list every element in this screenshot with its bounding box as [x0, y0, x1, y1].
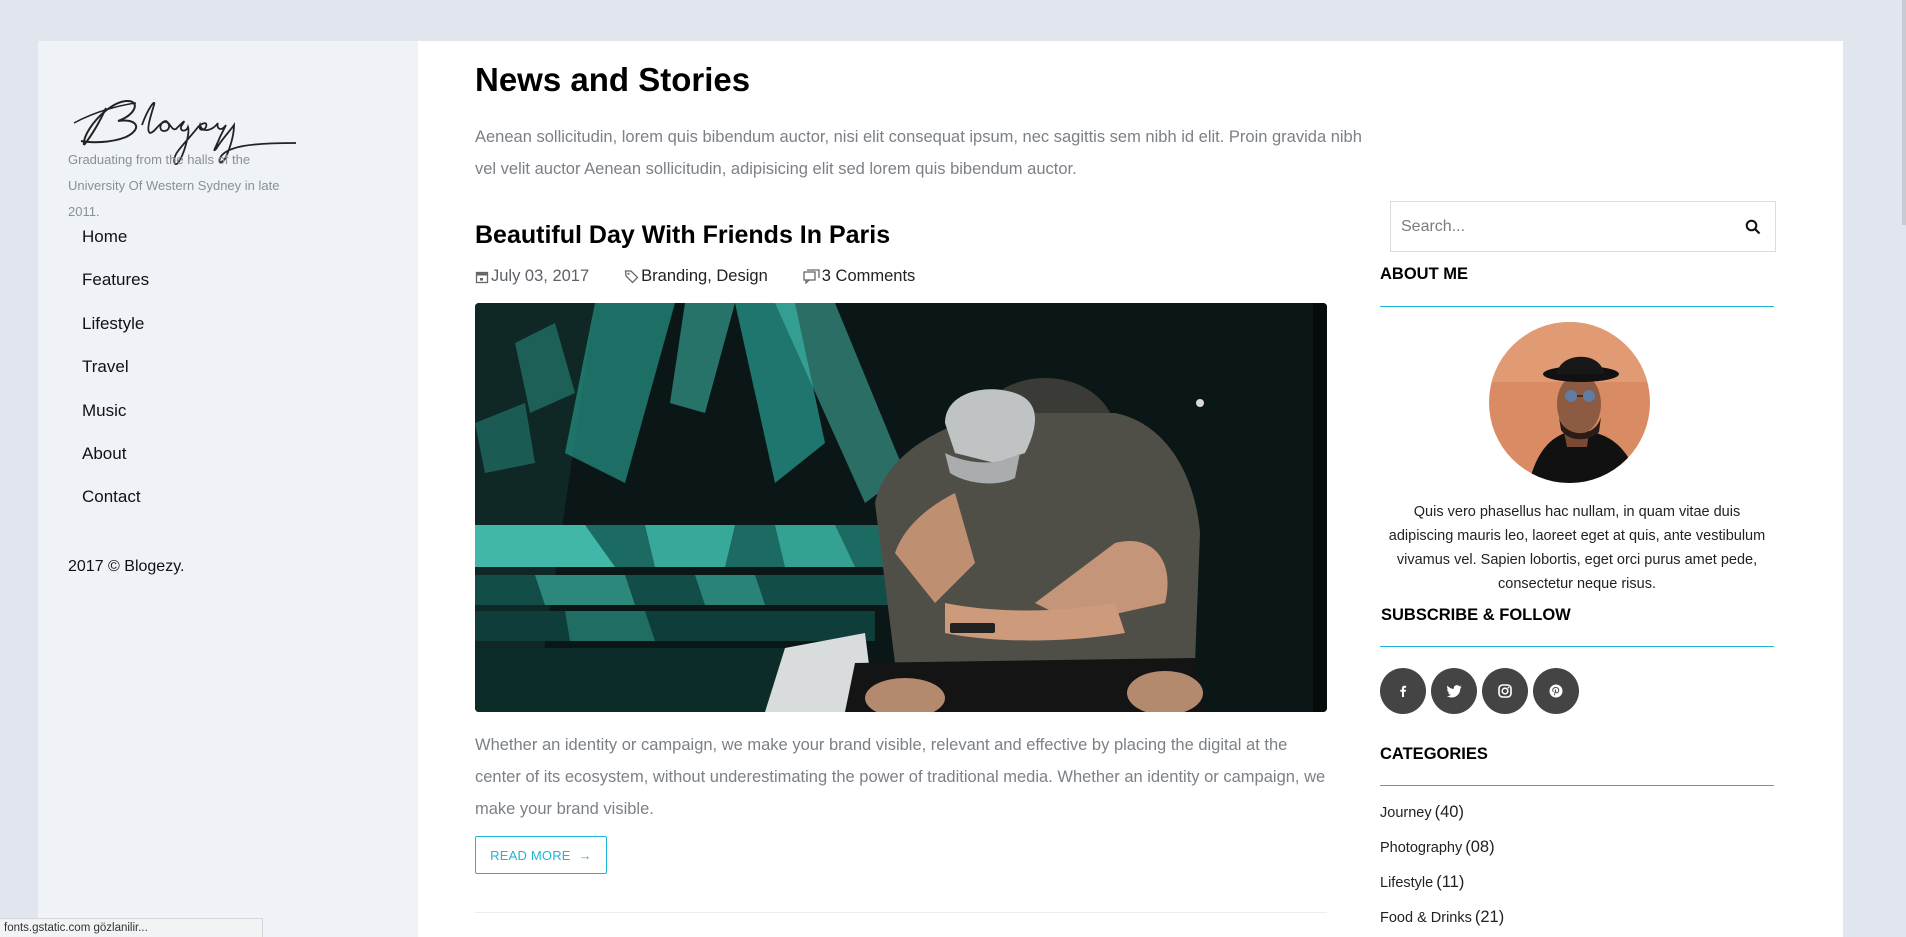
profile-photo — [1489, 322, 1650, 483]
sidebar-tagline: Graduating from the halls of the Univers… — [68, 152, 280, 219]
comments-icon — [803, 269, 820, 284]
main-navigation: Home Features Lifestyle Travel Music Abo… — [82, 227, 149, 531]
categories-divider — [1380, 785, 1774, 786]
category-lifestyle[interactable]: Lifestyle (11) — [1380, 873, 1504, 908]
about-me-text: Quis vero phasellus hac nullam, in quam … — [1388, 504, 1766, 592]
pinterest-glyph — [1549, 684, 1563, 698]
post-date-text: July 03, 2017 — [491, 267, 590, 285]
search-icon — [1745, 219, 1760, 234]
instagram-icon[interactable] — [1482, 668, 1528, 714]
copyright: 2017 © Blogezy. — [68, 558, 185, 575]
search-button[interactable] — [1730, 202, 1775, 251]
post-excerpt: Whether an identity or campaign, we make… — [475, 736, 1326, 818]
instagram-glyph — [1498, 684, 1512, 698]
avatar — [1489, 322, 1650, 483]
search-widget — [1390, 201, 1776, 252]
categories-title: CATEGORIES — [1380, 745, 1488, 763]
tag-separator: , — [707, 267, 717, 285]
post-meta: July 03, 2017 Branding, Design 3 Comment… — [475, 267, 950, 286]
read-more-label: READ MORE — [490, 847, 571, 863]
category-journey[interactable]: Journey (40) — [1380, 803, 1504, 838]
nav-item-features[interactable]: Features — [82, 270, 149, 313]
facebook-glyph — [1400, 685, 1407, 697]
post-comments[interactable]: 3 Comments — [803, 267, 916, 286]
scrollbar-thumb[interactable] — [1902, 0, 1906, 225]
nav-item-music[interactable]: Music — [82, 401, 149, 444]
nav-item-lifestyle[interactable]: Lifestyle — [82, 314, 149, 357]
nav-item-travel[interactable]: Travel — [82, 357, 149, 400]
search-input[interactable] — [1391, 202, 1730, 251]
about-me-divider — [1380, 306, 1774, 307]
category-name: Lifestyle — [1380, 875, 1434, 891]
category-count: (08) — [1465, 838, 1495, 856]
left-sidebar: Graduating from the halls of the Univers… — [38, 41, 418, 937]
intro-text: Aenean sollicitudin, lorem quis bibendum… — [475, 128, 1362, 178]
category-count: (40) — [1434, 803, 1464, 821]
browser-status-bar: fonts.gstatic.com gözlanilir... — [0, 918, 263, 937]
about-me-title: ABOUT ME — [1380, 265, 1468, 283]
subscribe-divider — [1380, 646, 1774, 647]
page-frame: Graduating from the halls of the Univers… — [38, 41, 1843, 937]
twitter-icon[interactable] — [1431, 668, 1477, 714]
category-count: (21) — [1474, 908, 1505, 926]
pinterest-icon[interactable] — [1533, 668, 1579, 714]
subscribe-follow-title: SUBSCRIBE & FOLLOW — [1381, 606, 1571, 624]
calendar-icon — [475, 271, 489, 283]
twitter-glyph — [1446, 684, 1461, 697]
man-with-cap-looking-at-phone-photo — [475, 303, 1327, 712]
read-more-button[interactable]: READ MORE → — [475, 836, 607, 874]
post-title[interactable]: Beautiful Day With Friends In Paris — [475, 221, 890, 250]
nav-item-contact[interactable]: Contact — [82, 487, 149, 530]
facebook-icon[interactable] — [1380, 668, 1426, 714]
category-name: Journey — [1380, 805, 1432, 821]
tag-link-branding[interactable]: Branding — [641, 267, 707, 286]
categories-list: Journey (40) Photography (08) Lifestyle (11… — [1380, 803, 1504, 937]
nav-item-about[interactable]: About — [82, 444, 149, 487]
category-count: (11) — [1436, 873, 1465, 891]
tag-icon — [624, 270, 639, 284]
category-name: Photography — [1380, 840, 1463, 856]
post-date: July 03, 2017 — [475, 267, 589, 286]
nav-item-home[interactable]: Home — [82, 227, 149, 270]
arrow-right-icon: → — [578, 847, 592, 863]
social-links — [1380, 668, 1584, 714]
tag-link-design[interactable]: Design — [716, 267, 767, 286]
comments-count[interactable]: 3 Comments — [822, 267, 916, 286]
post-tags: Branding, Design — [624, 267, 768, 286]
category-name: Food & Drinks — [1380, 910, 1472, 926]
category-food-drinks[interactable]: Food & Drinks (21) — [1380, 908, 1504, 937]
post-divider — [475, 912, 1327, 913]
page-title: News and Stories — [475, 61, 751, 98]
category-photography[interactable]: Photography (08) — [1380, 838, 1504, 873]
post-featured-image[interactable] — [475, 303, 1327, 712]
